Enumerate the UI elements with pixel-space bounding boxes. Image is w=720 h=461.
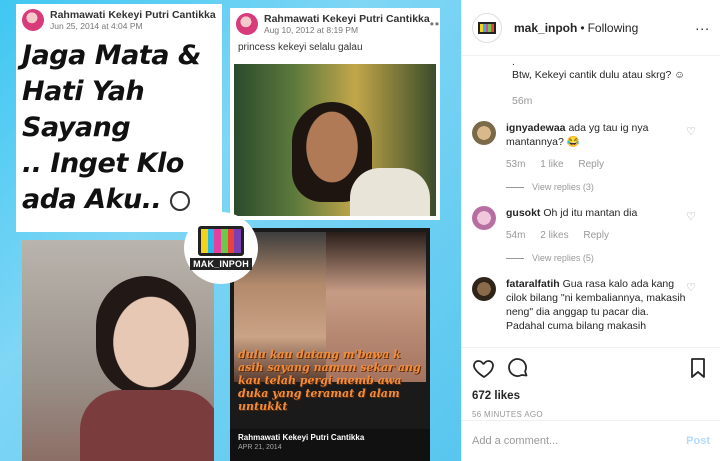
quote-line: Jaga Mata & <box>22 40 201 71</box>
comment-list[interactable]: . Btw, Kekeyi cantik dulu atau skrg? ☺ 5… <box>462 57 720 347</box>
quote-text: Jaga Mata & Hati Yah Sayang .. Inget Klo… <box>22 38 218 218</box>
comment-time: 53m <box>506 159 526 170</box>
card-date: Jun 25, 2014 at 4:04 PM <box>50 21 143 31</box>
couple-photo-card: dulu kau datang m'bawa k asih sayang nam… <box>230 228 430 461</box>
instagram-post: Rahmawati Kekeyi Putri Cantikka Jun 25, … <box>0 0 720 461</box>
action-icons <box>472 356 710 380</box>
comment-username[interactable]: ignyadewaa <box>506 122 566 134</box>
signature-name: Rahmawati Kekeyi Putri Cantikka <box>238 433 365 442</box>
card-signature: Rahmawati Kekeyi Putri Cantikka APR 21, … <box>230 429 430 461</box>
avatar[interactable] <box>472 277 496 301</box>
more-icon[interactable]: ... <box>695 17 710 33</box>
username-link[interactable]: mak_inpoh <box>514 21 577 35</box>
comment-item: ignyadewaa ada yg tau ig nya mantannya? … <box>472 121 710 192</box>
shirt <box>80 390 214 461</box>
watermark-logo: MAK_INPOH <box>184 212 258 284</box>
post-button[interactable]: Post <box>686 435 710 447</box>
comment-body: gusokt Oh jd itu mantan dia <box>506 206 690 220</box>
card-author-name: Rahmawati Kekeyi Putri Cantikka <box>50 9 216 21</box>
comment-dot: . <box>512 57 515 68</box>
comment-body: fataralfatih Gua rasa kalo ada kang cilo… <box>506 277 690 333</box>
view-replies[interactable]: View replies (5) <box>506 253 690 263</box>
separator: • <box>580 20 585 35</box>
heart-icon[interactable] <box>472 356 496 380</box>
quote-line: .. Inget Klo <box>22 148 184 179</box>
avatar[interactable] <box>472 12 502 43</box>
watermark-text: MAK_INPOH <box>190 258 252 270</box>
comment-input[interactable] <box>472 435 687 447</box>
post-header: mak_inpoh • Following ... <box>462 0 720 56</box>
heart-icon[interactable]: ♡ <box>686 125 696 138</box>
card-header: Rahmawati Kekeyi Putri Cantikka Jun 25, … <box>16 4 222 36</box>
portrait-photo <box>22 240 214 461</box>
comment-text: Oh jd itu mantan dia <box>543 207 638 219</box>
tv-icon <box>478 21 496 34</box>
comment-time: 54m <box>506 230 526 241</box>
comment-text: Btw, Kekeyi cantik dulu atau skrg? ☺ <box>512 69 685 81</box>
view-replies[interactable]: View replies (3) <box>506 182 690 192</box>
lyrics-text: dulu kau datang m'bawa k asih sayang nam… <box>238 348 421 413</box>
view-replies-label: View replies (5) <box>532 253 594 263</box>
card-date: Aug 10, 2012 at 8:19 PM <box>264 25 359 35</box>
reply-button[interactable]: Reply <box>583 230 609 241</box>
pillow <box>350 168 430 216</box>
avatar <box>22 9 44 31</box>
top-comment: . Btw, Kekeyi cantik dulu atau skrg? ☺ <box>472 57 710 81</box>
comment-username[interactable]: gusokt <box>506 207 540 219</box>
heart-icon[interactable]: ♡ <box>686 281 696 294</box>
comment-likes[interactable]: 2 likes <box>540 230 568 241</box>
divider <box>506 186 524 188</box>
signature-date: APR 21, 2014 <box>238 444 282 451</box>
comment-username[interactable]: fataralfatih <box>506 278 560 290</box>
post-image[interactable]: Rahmawati Kekeyi Putri Cantikka Jun 25, … <box>0 0 461 461</box>
selfie-photo <box>234 64 436 216</box>
comment-item: gusokt Oh jd itu mantan dia 54m 2 likes … <box>472 206 710 263</box>
comment-body: ignyadewaa ada yg tau ig nya mantannya? … <box>506 121 690 149</box>
more-icon: ••• <box>429 17 440 31</box>
comment-meta: 53m 1 like Reply <box>506 159 690 170</box>
likes-count[interactable]: 672 likes <box>472 390 710 402</box>
follow-button[interactable]: Following <box>588 21 639 35</box>
bookmark-icon[interactable] <box>686 356 710 380</box>
post-actions: 672 likes 56 MINUTES AGO <box>462 347 720 419</box>
avatar <box>236 13 258 35</box>
comment-item: fataralfatih Gua rasa kalo ada kang cilo… <box>472 277 710 333</box>
post-sidebar: mak_inpoh • Following ... . Btw, Kekeyi … <box>461 0 720 461</box>
avatar[interactable] <box>472 121 496 145</box>
comment-icon[interactable] <box>506 356 530 380</box>
facebook-post-card-1: Rahmawati Kekeyi Putri Cantikka Jun 25, … <box>16 4 222 232</box>
face <box>96 276 196 396</box>
comment-meta: 54m 2 likes Reply <box>506 230 690 241</box>
quote-line: ada Aku.. <box>22 184 162 215</box>
facebook-post-card-2: Rahmawati Kekeyi Putri Cantikka Aug 10, … <box>230 8 440 220</box>
card-header: Rahmawati Kekeyi Putri Cantikka Aug 10, … <box>230 8 440 40</box>
view-replies-label: View replies (3) <box>532 182 594 192</box>
comment-time: 56m <box>512 95 533 107</box>
smiley-icon <box>170 190 191 211</box>
comment-likes[interactable]: 1 like <box>540 159 563 170</box>
quote-line: Hati Yah Sayang <box>22 76 145 143</box>
card-caption: princess kekeyi selalu galau <box>238 42 363 53</box>
tv-icon <box>198 226 244 256</box>
add-comment-bar: Post <box>462 420 720 461</box>
heart-icon[interactable]: ♡ <box>686 210 696 223</box>
reply-button[interactable]: Reply <box>578 159 604 170</box>
card-author-name: Rahmawati Kekeyi Putri Cantikka <box>264 13 430 25</box>
divider <box>506 257 524 259</box>
post-time[interactable]: 56 MINUTES AGO <box>472 410 710 419</box>
avatar[interactable] <box>472 206 496 230</box>
